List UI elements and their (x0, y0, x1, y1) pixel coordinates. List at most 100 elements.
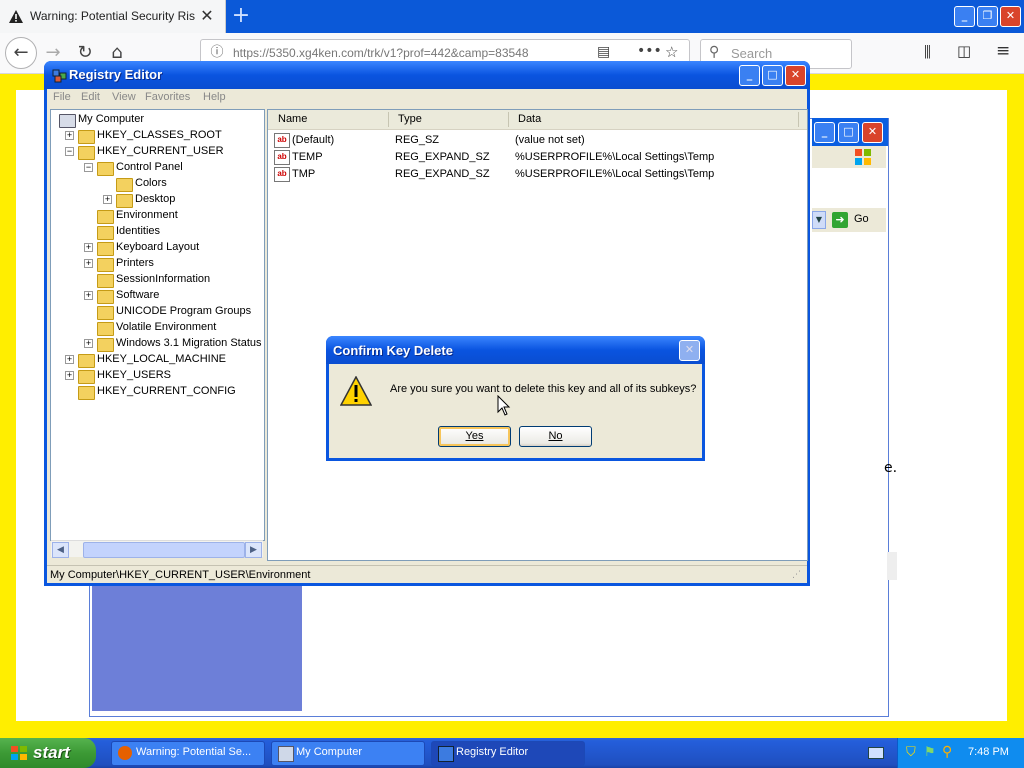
menu-file[interactable]: File (53, 91, 71, 103)
scroll-left-icon[interactable]: ◀ (52, 542, 69, 558)
taskbar-item-my-computer[interactable]: My Computer (271, 741, 425, 766)
taskbar-item-label: Warning: Potential Se... (136, 746, 252, 758)
value-data: %USERPROFILE%\Local Settings\Temp (515, 168, 715, 180)
column-divider[interactable] (388, 112, 389, 127)
page-actions-icon[interactable]: ••• (637, 43, 662, 59)
close-browser-button[interactable]: ✕ (1000, 6, 1021, 27)
scroll-right-icon[interactable]: ▶ (245, 542, 262, 558)
warning-icon (340, 376, 372, 406)
value-row[interactable]: ab (Default) REG_SZ (value not set) (268, 132, 807, 149)
column-divider[interactable] (798, 112, 799, 127)
taskbar-item-firefox[interactable]: Warning: Potential Se... (111, 741, 265, 766)
sidebar-icon[interactable]: ◫ (957, 42, 971, 60)
menu-view[interactable]: View (112, 91, 136, 103)
folder-icon (97, 226, 114, 240)
security-shield-icon[interactable]: ⛉ (906, 745, 916, 760)
no-button[interactable]: No (519, 426, 592, 447)
folder-icon (97, 306, 114, 320)
library-icon[interactable]: ⫼ (924, 43, 931, 61)
values-list-header: Name Type Data (268, 110, 807, 130)
dialog-close-button[interactable]: ✕ (679, 340, 700, 361)
string-value-icon: ab (274, 150, 290, 165)
menu-favorites[interactable]: Favorites (145, 91, 190, 103)
expand-icon[interactable]: + (65, 371, 74, 380)
browser-tab-active[interactable]: Warning: Potential Security Risk Ah ✕ (0, 0, 226, 33)
tree-node-label: Colors (135, 177, 167, 189)
bg-close-button[interactable]: ✕ (862, 122, 883, 143)
back-arrow-icon[interactable]: ← (5, 37, 37, 69)
keyboard-icon[interactable] (868, 747, 884, 759)
confirm-key-delete-dialog[interactable]: Confirm Key Delete ✕ Are you sure you wa… (326, 336, 705, 461)
values-list[interactable]: Name Type Data ab (Default) REG_SZ (valu… (267, 109, 808, 561)
folder-icon (97, 242, 114, 256)
expand-icon[interactable]: + (65, 131, 74, 140)
value-row[interactable]: ab TEMP REG_EXPAND_SZ %USERPROFILE%\Loca… (268, 149, 807, 166)
close-tab-icon[interactable]: ✕ (199, 7, 215, 25)
value-row[interactable]: ab TMP REG_EXPAND_SZ %USERPROFILE%\Local… (268, 166, 807, 183)
search-icon: ⚲ (709, 44, 720, 60)
menu-help[interactable]: Help (203, 91, 226, 103)
folder-icon (97, 338, 114, 352)
menu-edit[interactable]: Edit (81, 91, 100, 103)
column-divider[interactable] (508, 112, 509, 127)
minimize-browser-button[interactable]: _ (954, 6, 975, 27)
tree-node-label: HKEY_CLASSES_ROOT (97, 129, 222, 141)
search-icon[interactable]: ⚲ (942, 744, 952, 760)
new-tab-icon[interactable]: + (229, 4, 253, 28)
key-tree[interactable]: My Computer + HKEY_CLASSES_ROOT − HKEY_CURRE… (50, 109, 265, 541)
expand-icon[interactable]: + (84, 291, 93, 300)
value-name: TMP (292, 168, 316, 180)
expand-icon[interactable]: + (84, 243, 93, 252)
expand-icon[interactable]: + (84, 339, 93, 348)
scroll-thumb[interactable] (83, 542, 245, 558)
windows-logo-icon (854, 148, 872, 166)
registry-editor-window[interactable]: Registry Editor _ □ ✕ File Edit View Fav… (44, 61, 810, 586)
value-name: (Default) (292, 134, 335, 146)
folder-icon (97, 210, 114, 224)
resize-grip-icon[interactable]: ⋰ (792, 570, 801, 580)
value-type: REG_SZ (395, 134, 440, 146)
registry-editor-titlebar[interactable]: Registry Editor _ □ ✕ (44, 61, 810, 89)
folder-icon (97, 162, 114, 176)
taskbar-item-registry-editor[interactable]: Registry Editor (431, 741, 585, 766)
folder-icon (116, 178, 133, 192)
clock[interactable]: 7:48 PM (968, 746, 1009, 758)
network-icon[interactable]: ⚑ (924, 745, 936, 760)
value-data: (value not set) (515, 134, 585, 146)
dialog-titlebar[interactable]: Confirm Key Delete ✕ (326, 336, 705, 364)
folder-icon (97, 290, 114, 304)
close-button[interactable]: ✕ (785, 65, 806, 86)
expand-icon[interactable]: + (65, 355, 74, 364)
info-icon[interactable]: ⓘ (209, 45, 225, 61)
menu-icon[interactable]: ≡ (996, 41, 1010, 61)
minimize-button[interactable]: _ (739, 65, 760, 86)
restore-browser-button[interactable]: ❐ (977, 6, 998, 27)
registry-icon (52, 69, 67, 83)
bookmark-star-icon[interactable]: ☆ (665, 43, 678, 61)
background-window-titlebar[interactable]: _ □ ✕ (812, 118, 888, 146)
bg-maximize-button[interactable]: □ (838, 122, 859, 143)
start-button[interactable]: start (0, 738, 96, 768)
yes-button[interactable]: Yes (438, 426, 511, 447)
collapse-icon[interactable]: − (84, 163, 93, 172)
dialog-message: Are you sure you want to delete this key… (390, 383, 697, 395)
expand-icon[interactable]: + (84, 259, 93, 268)
column-header-type[interactable]: Type (398, 113, 422, 125)
go-arrow-icon[interactable]: ➜ (832, 212, 848, 228)
taskbar-item-label: My Computer (296, 746, 363, 758)
bg-minimize-button[interactable]: _ (814, 122, 835, 143)
maximize-button[interactable]: □ (762, 65, 783, 86)
value-name: TEMP (292, 151, 323, 163)
folder-icon (78, 130, 95, 144)
tree-horizontal-scrollbar[interactable]: ◀ ▶ (51, 540, 263, 558)
column-header-name[interactable]: Name (278, 113, 307, 125)
reader-view-icon[interactable]: ▤ (597, 44, 610, 60)
taskbar: start Warning: Potential Se... My Comput… (0, 738, 1024, 768)
expand-icon[interactable]: + (103, 195, 112, 204)
collapse-icon[interactable]: − (65, 147, 74, 156)
go-label[interactable]: Go (854, 213, 869, 225)
folder-icon (78, 354, 95, 368)
column-header-data[interactable]: Data (518, 113, 541, 125)
dropdown-arrow-icon[interactable]: ▼ (812, 211, 826, 229)
tree-node-label: Windows 3.1 Migration Status (116, 337, 262, 349)
